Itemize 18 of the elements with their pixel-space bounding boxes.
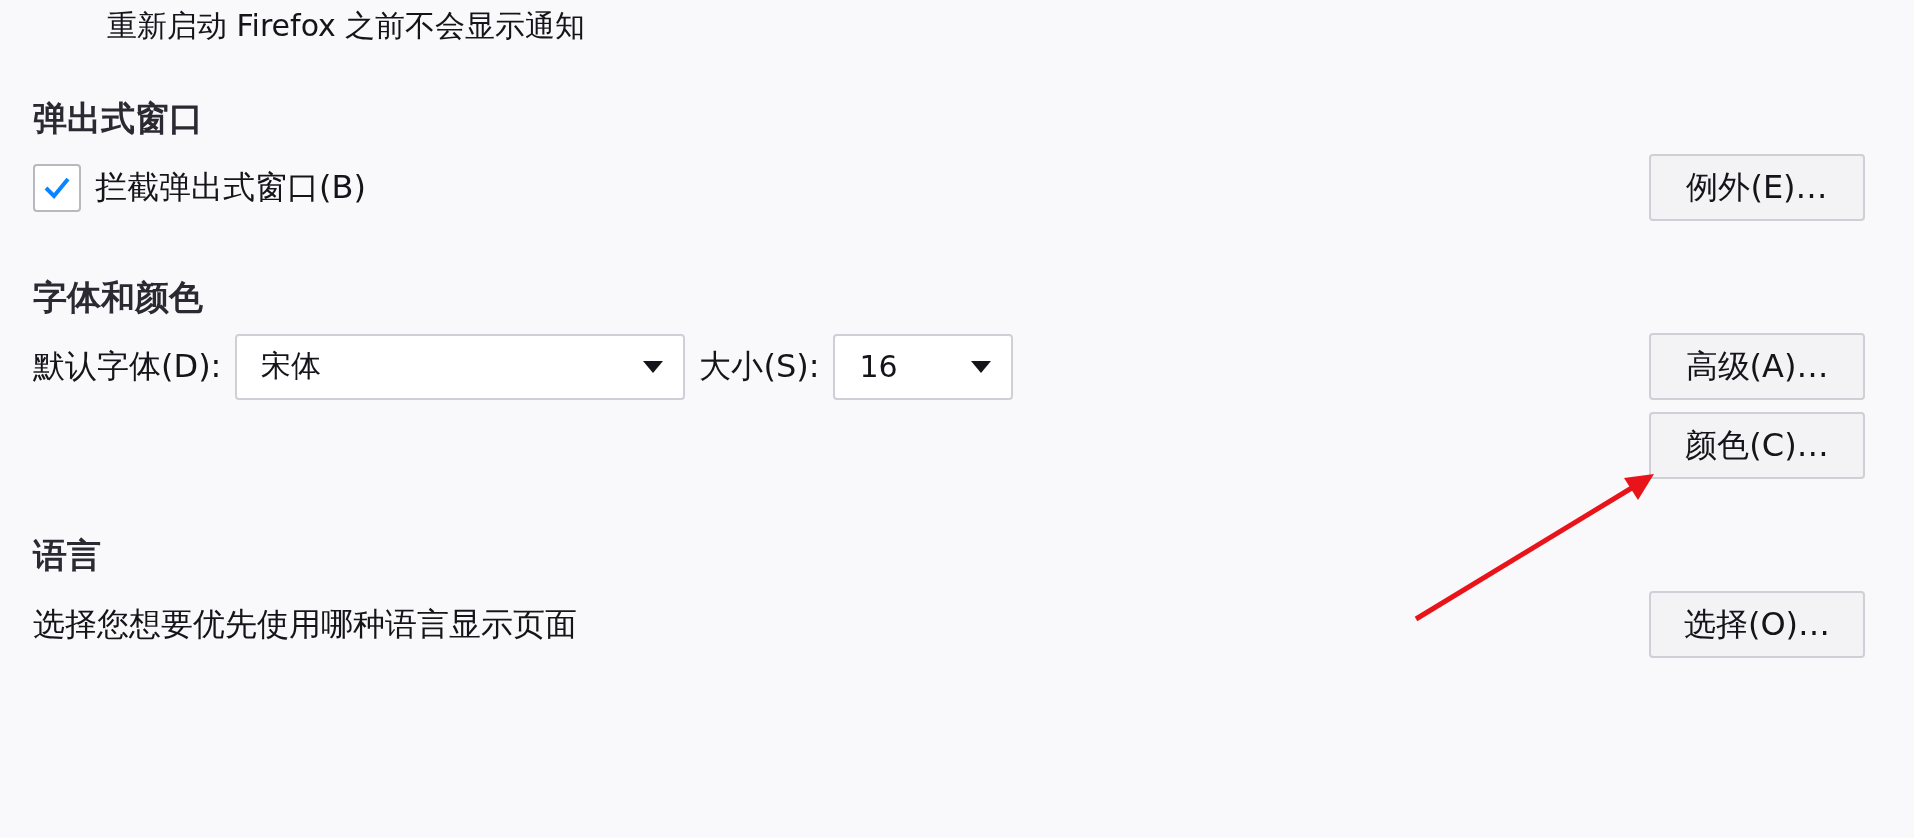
checkbox-label: 拦截弹出式窗口(B) [95,166,366,208]
size-label: 大小(S): [699,345,820,387]
check-icon [43,175,71,200]
description-text: 选择您想要优先使用哪种语言显示页面 [33,603,577,645]
dialog-button[interactable]: 颜色(C)… [1649,412,1865,479]
notice-text: 重新启动 Firefox 之前不会显示通知 [107,7,587,45]
dialog-button[interactable]: 选择(O)… [1649,591,1865,658]
checkbox[interactable] [33,163,81,212]
caret-icon [971,360,992,373]
dialog-button[interactable]: 例外(E)… [1649,154,1865,221]
section-heading: 弹出式窗口 [33,97,204,140]
size-dropdown[interactable]: 16 [833,333,1014,400]
font-dropdown[interactable]: 宋体 [235,333,686,400]
dialog-button[interactable]: 高级(A)… [1649,333,1865,400]
section-heading: 语言 [33,534,102,577]
font-label: 默认字体(D): [33,345,222,387]
section-heading: 字体和颜色 [33,276,204,319]
caret-icon [643,360,664,373]
